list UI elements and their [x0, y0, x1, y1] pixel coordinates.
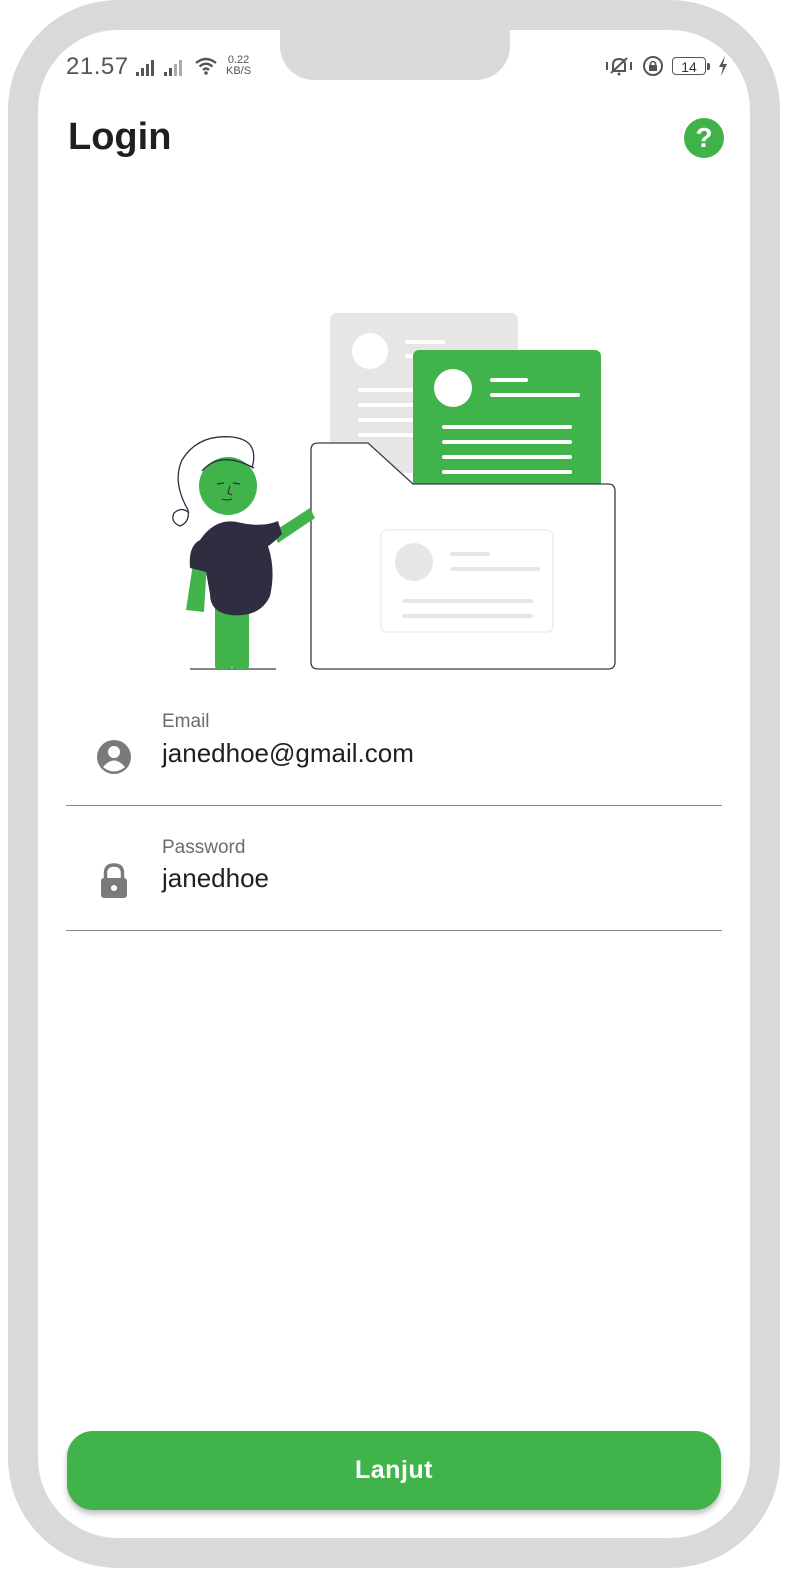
account-circle-icon [97, 740, 131, 774]
battery-tip [707, 62, 710, 70]
wifi-icon [195, 57, 217, 75]
password-label: Password [162, 837, 246, 858]
network-speed-unit: KB/S [226, 65, 252, 77]
lock-icon [101, 863, 127, 898]
password-value[interactable]: janedhoe [162, 863, 269, 894]
charging-icon [719, 56, 727, 76]
page-title: Login [68, 116, 172, 158]
status-right-icons: 14 [604, 55, 728, 77]
email-value[interactable]: janedhoe@gmail.com [162, 738, 414, 769]
battery-indicator: 14 [672, 57, 710, 75]
battery-level: 14 [672, 57, 706, 75]
email-field[interactable]: Email janedhoe@gmail.com [66, 695, 722, 806]
vibrate-mute-icon [606, 57, 632, 76]
network-speed: 0.22 KB/S [226, 55, 251, 77]
status-bar: 21.57 0.22 KB/S 14 [66, 50, 728, 86]
login-illustration [172, 313, 616, 670]
signal-icon-secondary [164, 60, 182, 76]
person-figure [172, 436, 315, 670]
signal-icon [136, 60, 154, 76]
password-field[interactable]: Password janedhoe [66, 820, 722, 931]
submit-button[interactable]: Lanjut [67, 1431, 721, 1510]
help-icon[interactable]: ? [684, 118, 724, 158]
status-time: 21.57 [66, 53, 129, 80]
rotation-lock-icon [643, 56, 663, 76]
email-label: Email [162, 711, 210, 732]
